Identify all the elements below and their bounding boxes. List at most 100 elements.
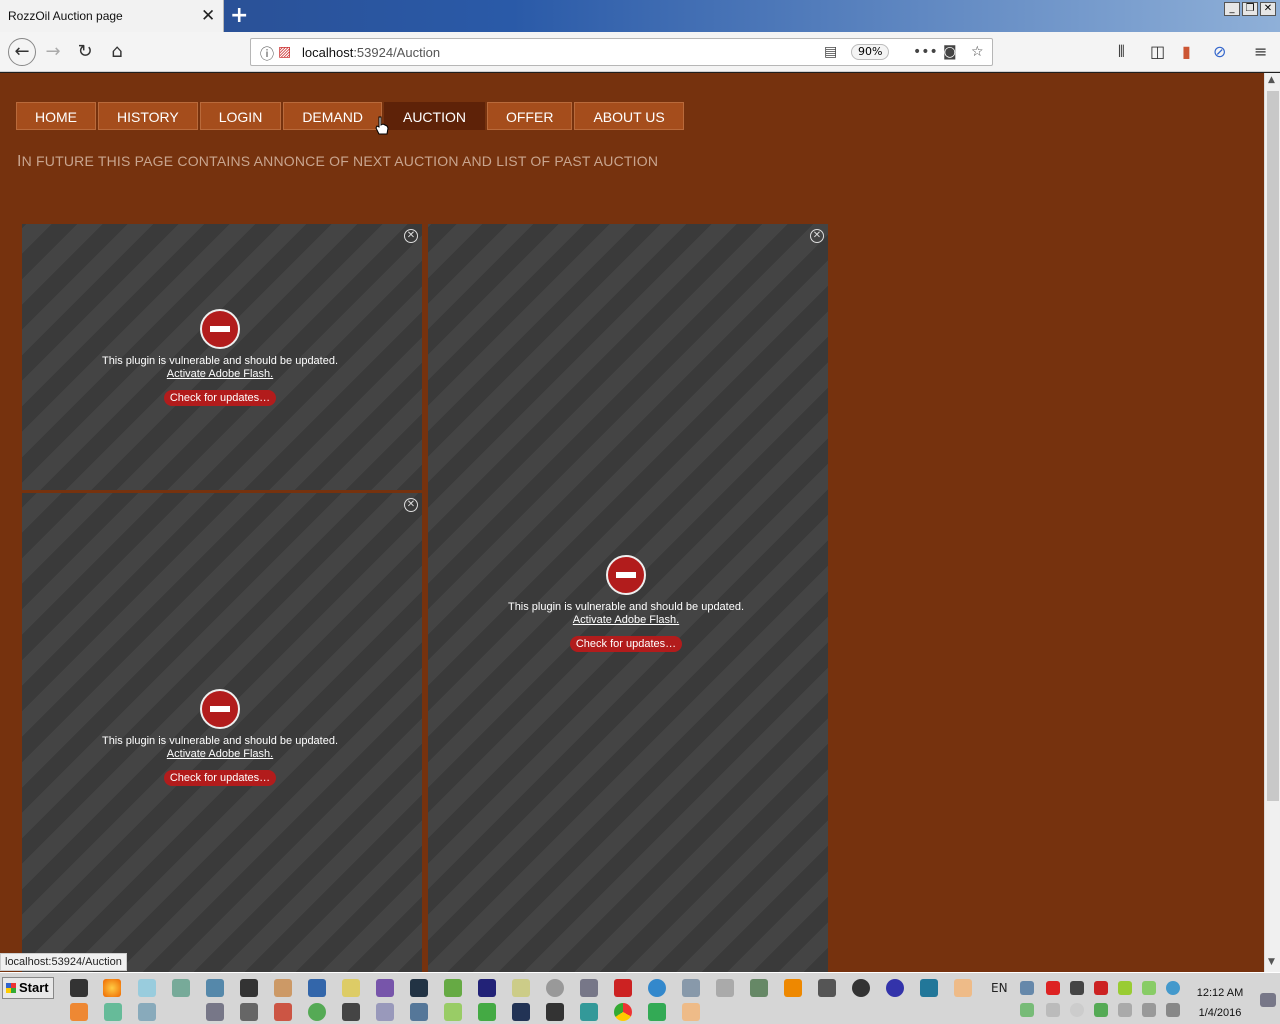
fb-icon[interactable]: [240, 979, 258, 997]
tray-icon-11[interactable]: [1094, 1003, 1108, 1017]
app-row2-9-icon[interactable]: [376, 1003, 394, 1021]
menu-home[interactable]: HOME: [16, 102, 96, 130]
chart-app-icon[interactable]: [920, 979, 938, 997]
app-row2-7-icon[interactable]: [308, 1003, 326, 1021]
pocket-icon[interactable]: ◙: [943, 44, 957, 60]
check-updates-button[interactable]: Check for updates…: [569, 636, 683, 652]
tray-icon-1[interactable]: [1020, 981, 1034, 995]
flash-plugin-2[interactable]: ✕ This plugin is vulnerable and should b…: [22, 493, 422, 972]
menu-demand[interactable]: DEMAND: [283, 102, 382, 130]
activate-flash-link[interactable]: Activate Adobe Flash.: [70, 368, 370, 380]
browser-tab[interactable]: RozzOil Auction page ✕: [0, 0, 224, 32]
app-row2-1-icon[interactable]: [70, 1003, 88, 1021]
cmd-icon[interactable]: [70, 979, 88, 997]
app-row2-10-icon[interactable]: [410, 1003, 428, 1021]
firefox-icon[interactable]: [103, 979, 121, 997]
app-row2-8-icon[interactable]: [342, 1003, 360, 1021]
app-row2-13-icon[interactable]: [512, 1003, 530, 1021]
sync-icon[interactable]: [648, 979, 666, 997]
bookmark-star-icon[interactable]: ☆: [971, 44, 984, 60]
tools-icon[interactable]: [274, 979, 292, 997]
plugin-close-icon[interactable]: ✕: [404, 498, 418, 512]
language-indicator[interactable]: EN: [991, 981, 1008, 995]
window-icon[interactable]: [580, 979, 598, 997]
menu-login[interactable]: LOGIN: [199, 102, 282, 130]
filezilla-icon[interactable]: [614, 979, 632, 997]
tray-icon-4[interactable]: [1094, 981, 1108, 995]
app-row2-5-icon[interactable]: [240, 1003, 258, 1021]
tray-icon-8[interactable]: [1020, 1003, 1034, 1017]
notepad-icon[interactable]: [138, 979, 156, 997]
vlc-icon[interactable]: [784, 979, 802, 997]
menu-about-us[interactable]: ABOUT US: [574, 102, 684, 130]
system-clock[interactable]: 12:12 AM 1/4/2016: [1190, 983, 1250, 1023]
reader-view-icon[interactable]: ▤: [824, 44, 837, 60]
flag-icon[interactable]: [1142, 1003, 1156, 1017]
tray-icon-10[interactable]: [1070, 1003, 1084, 1017]
show-desktop-icon[interactable]: [1260, 993, 1276, 1007]
disc-icon[interactable]: [546, 979, 564, 997]
editor-icon[interactable]: [444, 979, 462, 997]
back-icon[interactable]: ←: [8, 38, 36, 66]
sidebar-icon[interactable]: ◫: [1150, 42, 1165, 61]
app-row2-6-icon[interactable]: [274, 1003, 292, 1021]
ide-icon[interactable]: [410, 979, 428, 997]
forward-icon[interactable]: →: [41, 40, 65, 64]
app-row2-12-icon[interactable]: [478, 1003, 496, 1021]
tray-icon-9[interactable]: [1046, 1003, 1060, 1017]
start-button[interactable]: Start: [2, 977, 54, 999]
menu-history[interactable]: HISTORY: [98, 102, 198, 130]
app-row2-4-icon[interactable]: [206, 1003, 224, 1021]
eclipse-icon[interactable]: [886, 979, 904, 997]
scroll-up-icon[interactable]: ▲: [1268, 75, 1275, 85]
scroll-down-icon[interactable]: ▼: [1268, 957, 1275, 967]
headphones-icon[interactable]: [852, 979, 870, 997]
info-icon[interactable]: ⓘ: [260, 44, 274, 64]
activate-flash-link[interactable]: Activate Adobe Flash.: [70, 748, 370, 760]
new-tab-icon[interactable]: +: [230, 3, 248, 28]
volume-icon[interactable]: [1118, 1003, 1132, 1017]
network-icon[interactable]: [206, 979, 224, 997]
tab-close-icon[interactable]: ✕: [201, 6, 215, 26]
zoom-level[interactable]: 90%: [851, 44, 890, 60]
scroll-thumb[interactable]: [1267, 91, 1279, 801]
network-tray-icon[interactable]: [1166, 1003, 1180, 1017]
tray-icon-2[interactable]: [1046, 981, 1060, 995]
folder-icon[interactable]: [954, 979, 972, 997]
plugin-close-icon[interactable]: ✕: [810, 229, 824, 243]
library-icon[interactable]: ⫴: [1118, 42, 1125, 62]
url-text[interactable]: localhost:53924/Auction: [302, 45, 440, 60]
lock-icon[interactable]: [546, 1003, 564, 1021]
extension-2-icon[interactable]: ⊘: [1213, 42, 1226, 61]
tray-icon-7[interactable]: [1166, 981, 1180, 995]
film-icon[interactable]: [716, 979, 734, 997]
check-updates-button[interactable]: Check for updates…: [163, 390, 277, 406]
menu-offer[interactable]: OFFER: [486, 102, 573, 130]
visual-studio-icon[interactable]: [376, 979, 394, 997]
app-icon[interactable]: [172, 979, 190, 997]
check-updates-button[interactable]: Check for updates…: [163, 770, 277, 786]
url-bar[interactable]: ⓘ ▨ localhost:53924/Auction ▤ 90% ••• ◙ …: [250, 38, 993, 66]
minimize-icon[interactable]: _: [1224, 2, 1240, 16]
app-row2-15-icon[interactable]: [580, 1003, 598, 1021]
page-actions-icon[interactable]: •••: [913, 44, 938, 60]
menu-icon[interactable]: ≡: [1254, 42, 1267, 61]
app-row2-3-icon[interactable]: [138, 1003, 156, 1021]
page-scrollbar[interactable]: ▲ ▼: [1264, 73, 1280, 972]
globe-icon[interactable]: [750, 979, 768, 997]
paint-icon[interactable]: [342, 979, 360, 997]
settings-icon[interactable]: [818, 979, 836, 997]
explorer-icon[interactable]: [682, 1003, 700, 1021]
flash-plugin-3[interactable]: ✕ This plugin is vulnerable and should b…: [428, 224, 828, 972]
tray-icon-6[interactable]: [1142, 981, 1156, 995]
tray-icon-5[interactable]: [1118, 981, 1132, 995]
activate-flash-link[interactable]: Activate Adobe Flash.: [476, 614, 776, 626]
flash-plugin-1[interactable]: ✕ This plugin is vulnerable and should b…: [22, 224, 422, 490]
plugin-close-icon[interactable]: ✕: [404, 229, 418, 243]
tray-icon-3[interactable]: [1070, 981, 1084, 995]
reload-icon[interactable]: ↻: [73, 40, 97, 64]
home-icon[interactable]: ⌂: [105, 40, 129, 64]
extension-icon[interactable]: ▮: [1182, 42, 1191, 61]
chrome-icon[interactable]: [614, 1003, 632, 1021]
close-window-icon[interactable]: ✕: [1260, 2, 1276, 16]
